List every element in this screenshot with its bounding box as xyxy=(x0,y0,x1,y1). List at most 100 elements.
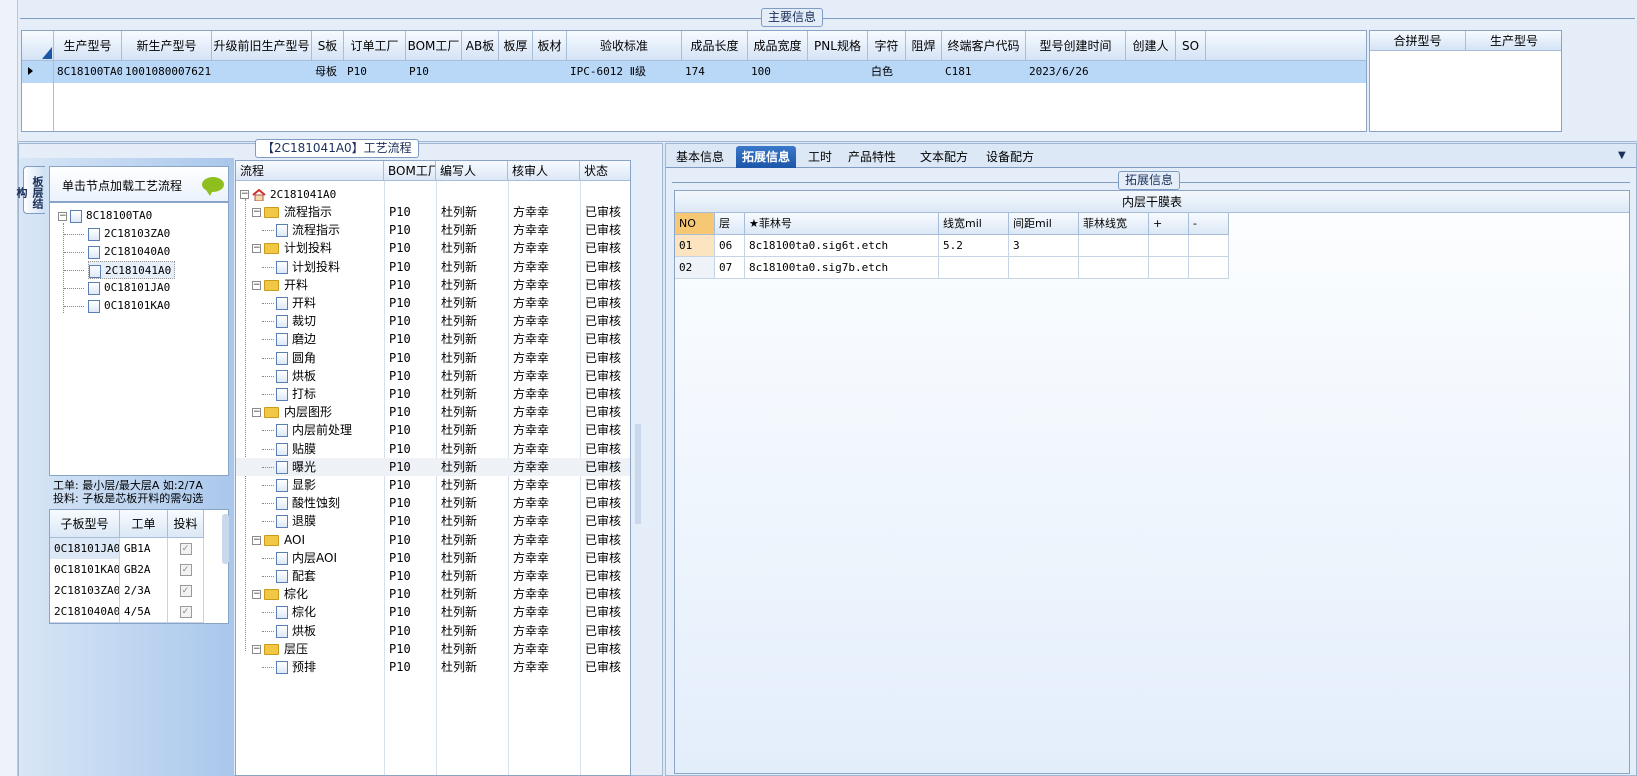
main-info-grid[interactable]: 生产型号 新生产型号 升级前旧生产型号 S板 订单工厂 BOM工厂 AB板 板厚 板材 验收标准成… xyxy=(21,30,1367,132)
flow-row[interactable]: 棕化 P10 杜列新 方幸幸 已审核 xyxy=(236,603,630,621)
flow-node[interactable]: 退膜 xyxy=(276,512,316,530)
film-col-header[interactable]: 层 xyxy=(715,213,745,235)
process-flow-tree[interactable]: 流程 BOM工厂 编写人 核审人 状态 −2C181041A0− 流程指示 P10 杜列新 方幸幸… xyxy=(235,160,631,776)
main-col-header[interactable]: 创建人 xyxy=(1126,31,1176,61)
flow-node[interactable]: 酸性蚀刻 xyxy=(276,494,340,512)
flow-row[interactable]: − 内层图形 P10 杜列新 方幸幸 已审核 xyxy=(236,403,630,421)
feed-checkbox[interactable]: ✓ xyxy=(179,585,192,597)
flow-row[interactable]: 裁切 P10 杜列新 方幸幸 已审核 xyxy=(236,312,630,330)
flow-row[interactable]: 烘板 P10 杜列新 方幸幸 已审核 xyxy=(236,622,630,640)
collapse-icon[interactable]: − xyxy=(240,190,249,199)
flow-row[interactable]: 配套 P10 杜列新 方幸幸 已审核 xyxy=(236,567,630,585)
flow-row[interactable]: 流程指示 P10 杜列新 方幸幸 已审核 xyxy=(236,221,630,239)
flow-node[interactable]: − AOI xyxy=(252,531,305,549)
feed-checkbox[interactable]: ✓ xyxy=(179,564,192,576)
main-col-header[interactable]: 板材 xyxy=(533,31,567,61)
flow-col-header[interactable]: 状态 xyxy=(580,161,630,181)
flow-col-header[interactable]: 流程 xyxy=(236,161,384,181)
flow-node[interactable]: 计划投料 xyxy=(276,258,340,276)
main-col-header[interactable]: 升级前旧生产型号 xyxy=(212,31,312,61)
film-cell[interactable]: 02 xyxy=(675,257,715,279)
film-table[interactable]: NO 层 ★菲林号 线宽mil 间距mil 菲林线宽 + - 01 06 8c18100ta0.si… xyxy=(675,213,1235,293)
flow-node[interactable]: 配套 xyxy=(276,567,316,585)
structure-child-node[interactable]: 0C18101KA0 xyxy=(88,297,170,315)
film-cell[interactable] xyxy=(1149,257,1189,279)
film-cell[interactable] xyxy=(939,257,1009,279)
flow-node[interactable]: 流程指示 xyxy=(276,221,340,239)
structure-child-node[interactable]: 2C181040A0 xyxy=(88,243,170,261)
sub-order-cell[interactable]: GB2A xyxy=(120,559,168,581)
merge-col-header[interactable]: 生产型号 xyxy=(1466,31,1561,51)
flow-node[interactable]: − 棕化 xyxy=(252,585,308,603)
sub-col-header[interactable]: 工单 xyxy=(120,510,168,538)
film-cell[interactable]: 07 xyxy=(715,257,745,279)
collapse-icon[interactable]: − xyxy=(252,408,261,418)
film-cell[interactable]: 8c18100ta0.sig7b.etch xyxy=(745,257,939,279)
flow-row[interactable]: 磨边 P10 杜列新 方幸幸 已审核 xyxy=(236,330,630,348)
collapse-icon[interactable]: − xyxy=(58,211,67,221)
main-col-header[interactable]: 生产型号 xyxy=(54,31,122,61)
flow-col-header[interactable]: 编写人 xyxy=(436,161,508,181)
flow-node[interactable]: 烘板 xyxy=(276,367,316,385)
sub-feed-cell[interactable]: ✓ xyxy=(168,538,204,560)
flow-node[interactable]: 显影 xyxy=(276,476,316,494)
film-col-header[interactable]: 菲林线宽 xyxy=(1079,213,1149,235)
film-cell[interactable] xyxy=(1079,235,1149,257)
film-col-header[interactable]: ★菲林号 xyxy=(745,213,939,235)
main-col-header[interactable]: 终端客户代码 xyxy=(942,31,1026,61)
merge-col-header[interactable]: 合拼型号 xyxy=(1370,31,1466,51)
flow-node[interactable]: 内层AOI xyxy=(276,549,337,567)
flow-row[interactable]: 圆角 P10 杜列新 方幸幸 已审核 xyxy=(236,349,630,367)
board-structure-tab[interactable]: 板层结构 xyxy=(15,166,45,214)
flow-node[interactable]: 烘板 xyxy=(276,622,316,640)
main-col-header[interactable]: 阻焊 xyxy=(906,31,942,61)
film-col-header[interactable]: 线宽mil xyxy=(939,213,1009,235)
film-cell[interactable] xyxy=(1079,257,1149,279)
flow-node[interactable]: 曝光 xyxy=(276,458,316,476)
collapse-icon[interactable]: − xyxy=(252,590,261,600)
flow-node[interactable]: 棕化 xyxy=(276,603,316,621)
collapse-icon[interactable]: − xyxy=(252,535,261,545)
sub-model-cell[interactable]: 0C18101KA0 xyxy=(50,559,120,581)
collapse-icon[interactable]: − xyxy=(252,644,261,654)
film-cell[interactable]: 06 xyxy=(715,235,745,257)
flow-root-node[interactable]: − 2C181041A0 xyxy=(240,185,336,203)
film-cell[interactable] xyxy=(1189,257,1229,279)
flow-row[interactable]: 内层AOI P10 杜列新 方幸幸 已审核 xyxy=(236,549,630,567)
flow-row[interactable]: − AOI P10 杜列新 方幸幸 已审核 xyxy=(236,531,630,549)
flow-node[interactable]: − 层压 xyxy=(252,640,308,658)
main-col-header[interactable]: 验收标准 xyxy=(567,31,682,61)
main-col-header[interactable]: 新生产型号 xyxy=(122,31,212,61)
tab-menu-chevron-icon[interactable]: ▼ xyxy=(1618,150,1626,161)
main-col-header[interactable]: BOM工厂 xyxy=(406,31,462,61)
flow-node[interactable]: − 开料 xyxy=(252,276,308,294)
sub-model-cell[interactable]: 2C18103ZA0 xyxy=(50,580,120,602)
flow-row[interactable]: − 流程指示 P10 杜列新 方幸幸 已审核 xyxy=(236,203,630,221)
flow-row[interactable]: 烘板 P10 杜列新 方幸幸 已审核 xyxy=(236,367,630,385)
main-col-header[interactable]: S板 xyxy=(312,31,344,61)
main-col-header[interactable]: 订单工厂 xyxy=(344,31,406,61)
film-cell[interactable]: 3 xyxy=(1009,235,1079,257)
feed-checkbox[interactable]: ✓ xyxy=(179,606,192,618)
flow-col-header[interactable]: 核审人 xyxy=(508,161,580,181)
film-col-header[interactable]: + xyxy=(1149,213,1189,235)
flow-node[interactable]: 磨边 xyxy=(276,330,316,348)
film-cell[interactable]: 01 xyxy=(675,235,715,257)
flow-row[interactable]: − 棕化 P10 杜列新 方幸幸 已审核 xyxy=(236,585,630,603)
tab-1[interactable]: 基本信息 xyxy=(670,146,730,168)
sub-col-header[interactable]: 子板型号 xyxy=(50,510,120,538)
structure-child-node[interactable]: 0C18101JA0 xyxy=(88,279,170,297)
film-cell[interactable]: 5.2 xyxy=(939,235,1009,257)
flow-row[interactable]: 内层前处理 P10 杜列新 方幸幸 已审核 xyxy=(236,421,630,439)
main-col-header[interactable]: 成品长度 xyxy=(682,31,748,61)
main-col-header[interactable]: 型号创建时间 xyxy=(1026,31,1126,61)
flow-row[interactable]: − 开料 P10 杜列新 方幸幸 已审核 xyxy=(236,276,630,294)
flow-node[interactable]: − 计划投料 xyxy=(252,239,332,257)
flow-node[interactable]: 预排 xyxy=(276,658,316,676)
sub-model-cell[interactable]: 0C18101JA0 xyxy=(50,538,120,560)
flow-row[interactable]: 预排 P10 杜列新 方幸幸 已审核 xyxy=(236,658,630,676)
sub-order-cell[interactable]: 4/5A xyxy=(120,601,168,623)
film-cell[interactable] xyxy=(1009,257,1079,279)
tab-2[interactable]: 拓展信息 xyxy=(736,146,797,168)
sub-feed-cell[interactable]: ✓ xyxy=(168,601,204,623)
